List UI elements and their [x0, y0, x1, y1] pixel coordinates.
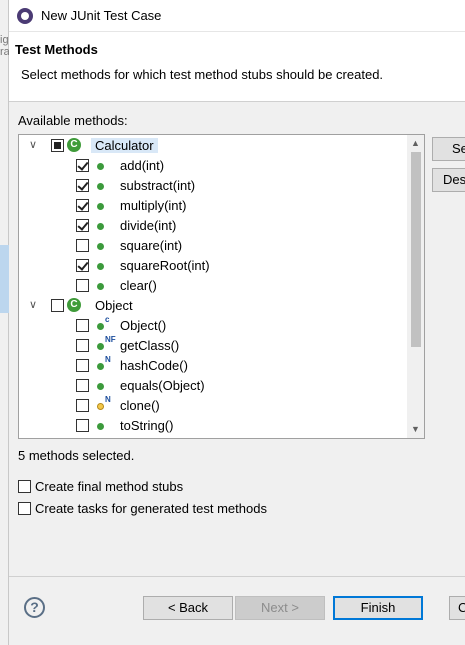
tree-method-row[interactable]: multiply(int) — [19, 196, 407, 216]
tree-class-row[interactable]: ∨ C Calculator — [19, 136, 407, 156]
method-modifier-badge: c — [105, 315, 110, 324]
final-stubs-label: Create final method stubs — [35, 479, 184, 494]
public-method-icon — [97, 203, 104, 210]
method-name: clone() — [120, 398, 160, 413]
method-name: getClass() — [120, 338, 180, 353]
method-name: multiply(int) — [120, 198, 187, 213]
method-modifier-badge: N — [105, 355, 111, 364]
method-checkbox[interactable] — [76, 359, 89, 372]
background-window: ig ra — [0, 0, 10, 645]
class-name: Object — [95, 298, 133, 313]
public-method-icon — [97, 243, 104, 250]
method-checkbox[interactable] — [76, 279, 89, 292]
public-method-icon — [97, 323, 104, 330]
finish-button[interactable]: Finish — [333, 596, 423, 620]
method-checkbox[interactable] — [76, 199, 89, 212]
tree-method-row[interactable]: c Object() — [19, 315, 407, 336]
method-checkbox[interactable] — [76, 239, 89, 252]
class-checkbox[interactable] — [51, 299, 64, 312]
button-bar-separator — [9, 576, 465, 577]
tree-method-row[interactable]: squareRoot(int) — [19, 256, 407, 276]
method-name: square(int) — [120, 238, 183, 253]
next-button[interactable]: Next > — [235, 596, 325, 620]
class-name: Calculator — [91, 138, 158, 153]
background-text-fragment: ig — [0, 34, 9, 46]
method-checkbox[interactable] — [76, 219, 89, 232]
class-checkbox[interactable] — [51, 139, 64, 152]
expand-chevron-icon[interactable]: ∨ — [27, 298, 39, 312]
expand-chevron-icon[interactable]: ∨ — [27, 138, 39, 152]
method-checkbox[interactable] — [76, 339, 89, 352]
method-checkbox[interactable] — [76, 419, 89, 432]
deselect-all-button[interactable]: Des — [432, 168, 465, 192]
public-method-icon — [97, 283, 104, 290]
select-all-button[interactable]: Se — [432, 137, 465, 161]
class-icon: C — [67, 138, 81, 152]
methods-tree[interactable]: ▲ ▼ ∨ C Calculator add(int) substract(int) mu… — [18, 134, 425, 439]
scrollbar-thumb[interactable] — [411, 152, 421, 347]
tree-method-row[interactable]: square(int) — [19, 236, 407, 256]
method-modifier-badge: NF — [105, 335, 116, 344]
public-method-icon — [97, 383, 104, 390]
help-icon[interactable]: ? — [24, 597, 45, 618]
method-name: add(int) — [120, 158, 165, 173]
method-name: squareRoot(int) — [120, 258, 210, 273]
tree-method-row[interactable]: NhashCode() — [19, 355, 407, 376]
public-method-icon — [97, 163, 104, 170]
scroll-up-arrow-icon[interactable]: ▲ — [407, 135, 424, 152]
class-icon: C — [67, 298, 81, 312]
method-checkbox[interactable] — [76, 379, 89, 392]
tree-method-row[interactable]: Nclone() — [19, 395, 407, 416]
method-checkbox[interactable] — [76, 179, 89, 192]
method-checkbox[interactable] — [76, 259, 89, 272]
method-checkbox[interactable] — [76, 159, 89, 172]
cancel-button[interactable]: C — [449, 596, 465, 620]
create-tasks-checkbox[interactable] — [18, 502, 31, 515]
available-methods-label: Available methods: — [18, 113, 128, 128]
tree-method-row[interactable]: NF getClass() — [19, 335, 407, 356]
tree-method-row[interactable]: divide(int) — [19, 216, 407, 236]
method-name: toString() — [120, 418, 174, 433]
tree-method-row[interactable]: toString() — [19, 416, 407, 436]
page-title: Test Methods — [15, 42, 98, 57]
public-method-icon — [97, 183, 104, 190]
public-method-icon — [97, 423, 104, 430]
background-selection — [0, 245, 9, 313]
new-junit-test-case-dialog: New JUnit Test Case Test Methods Select … — [9, 0, 465, 645]
create-tasks-label: Create tasks for generated test methods — [35, 501, 267, 516]
method-name: equals(Object) — [120, 378, 205, 393]
page-description: Select methods for which test method stu… — [21, 67, 384, 82]
wizard-header: Test Methods Select methods for which te… — [9, 32, 465, 102]
back-button[interactable]: < Back — [143, 596, 233, 620]
window-title: New JUnit Test Case — [41, 8, 162, 23]
public-method-icon — [97, 223, 104, 230]
method-name: hashCode() — [120, 358, 188, 373]
scroll-down-arrow-icon[interactable]: ▼ — [407, 421, 424, 438]
title-bar[interactable]: New JUnit Test Case — [9, 0, 465, 32]
method-checkbox[interactable] — [76, 399, 89, 412]
eclipse-icon — [17, 8, 33, 24]
final-stubs-checkbox[interactable] — [18, 480, 31, 493]
method-checkbox[interactable] — [76, 319, 89, 332]
tree-method-row[interactable]: add(int) — [19, 156, 407, 176]
method-name: substract(int) — [120, 178, 196, 193]
method-modifier-badge: N — [105, 395, 111, 404]
tree-method-row[interactable]: clear() — [19, 276, 407, 296]
protected-method-icon — [97, 403, 104, 410]
vertical-scrollbar[interactable]: ▲ ▼ — [407, 135, 424, 438]
tree-method-row[interactable]: equals(Object) — [19, 376, 407, 396]
method-name: divide(int) — [120, 218, 177, 233]
tree-method-row[interactable]: substract(int) — [19, 176, 407, 196]
method-name: clear() — [120, 278, 157, 293]
public-method-icon — [97, 263, 104, 270]
tree-class-row[interactable]: ∨ C Object — [19, 296, 407, 316]
public-method-icon — [97, 363, 104, 370]
method-name: Object() — [120, 318, 167, 333]
selection-status: 5 methods selected. — [18, 448, 135, 463]
public-method-icon — [97, 343, 104, 350]
